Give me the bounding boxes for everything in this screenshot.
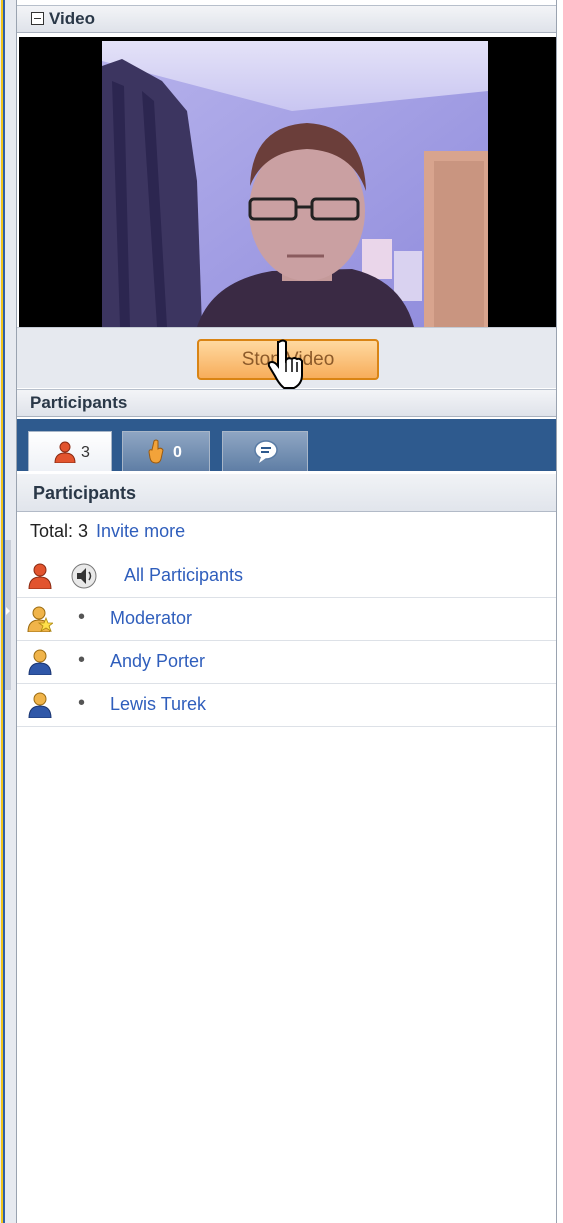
tab-participants[interactable]: 3 [28, 431, 112, 471]
participants-tab-bar: 3 0 [17, 419, 556, 471]
participant-row-all[interactable]: All Participants [17, 555, 556, 598]
speaker-icon[interactable] [71, 563, 97, 589]
chat-bubble-icon [254, 440, 278, 463]
user-icon [28, 649, 52, 675]
raised-hand-icon [148, 439, 164, 464]
participants-subheader: Participants [17, 474, 556, 512]
video-title: Video [49, 9, 95, 28]
participant-name[interactable]: Moderator [110, 608, 192, 629]
side-panel: Video Stop Video Participants 3 0 Partic… [16, 0, 557, 1223]
video-section-header[interactable]: Video [17, 5, 556, 33]
tab-chat[interactable] [222, 431, 308, 471]
group-user-icon [28, 563, 52, 589]
participant-row[interactable]: • Lewis Turek [17, 684, 556, 727]
participants-total-line: Total: 3 Invite more [30, 521, 185, 542]
participant-row[interactable]: • Andy Porter [17, 641, 556, 684]
participant-list: All Participants • Moderator • Andy Port… [17, 555, 556, 727]
hand-cursor-icon [267, 339, 303, 389]
total-count-label: Total: 3 [30, 521, 89, 541]
participant-name[interactable]: All Participants [124, 565, 243, 586]
user-icon [28, 692, 52, 718]
participants-icon [54, 441, 76, 463]
bullet-icon: • [78, 649, 86, 671]
participant-name[interactable]: Lewis Turek [110, 694, 206, 715]
bullet-icon: • [78, 606, 86, 628]
webcam-video-feed [102, 41, 488, 327]
splitter-grip[interactable] [5, 540, 11, 690]
moderator-icon [27, 606, 53, 632]
tab-raised-hands[interactable]: 0 [122, 431, 210, 471]
participants-section-header: Participants [17, 389, 556, 417]
participant-name[interactable]: Andy Porter [110, 651, 205, 672]
expand-arrow-icon[interactable] [6, 607, 10, 615]
invite-more-link[interactable]: Invite more [96, 521, 185, 541]
collapse-icon[interactable] [31, 12, 44, 25]
participants-count: 3 [81, 444, 90, 461]
raised-hands-count: 0 [173, 444, 182, 461]
bullet-icon: • [78, 692, 86, 714]
left-splitter[interactable] [0, 0, 16, 1223]
video-area [19, 37, 556, 327]
participant-row-moderator[interactable]: • Moderator [17, 598, 556, 641]
